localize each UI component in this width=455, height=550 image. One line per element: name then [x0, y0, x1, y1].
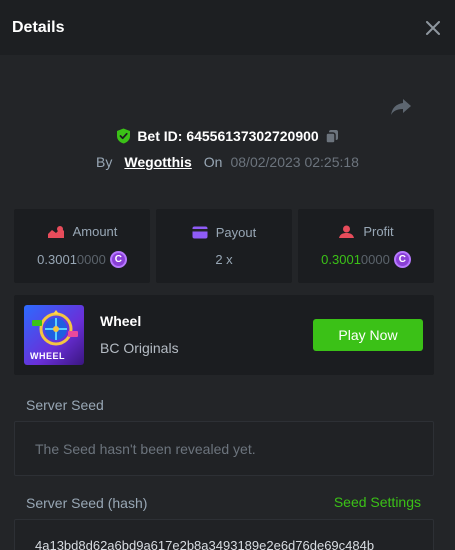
server-seed-hash-field[interactable]: 4a13bd8d62a6bd9a617e2b8a3493189e2e6d76de… — [14, 519, 434, 550]
bcd-coin-icon: C — [393, 251, 411, 268]
bet-id: Bet ID: 64556137302720900 — [137, 128, 319, 144]
payout-stat: Payout 2 x — [156, 209, 292, 283]
amount-value: 0.3001 — [37, 252, 77, 267]
profit-stat: Profit 0.3001 0000 C — [298, 209, 434, 283]
play-now-button[interactable]: Play Now — [313, 319, 423, 351]
server-seed-field: The Seed hasn't been revealed yet. — [14, 421, 434, 476]
payout-value: 2 x — [215, 252, 233, 267]
verified-shield-icon — [117, 128, 131, 144]
game-provider: BC Originals — [100, 340, 179, 356]
amount-stat: Amount 0.3001 0000 C — [14, 209, 150, 283]
game-card: WHEEL Wheel BC Originals Play Now — [14, 295, 434, 375]
bet-stats: Amount 0.3001 0000 C Payout 2 x Profit 0… — [14, 209, 434, 283]
on-label: On — [203, 154, 223, 170]
username-link[interactable]: Wegotthis — [124, 154, 191, 170]
server-seed-hash-value: 4a13bd8d62a6bd9a617e2b8a3493189e2e6d76de… — [35, 538, 375, 550]
server-seed-hash-label: Server Seed (hash) — [26, 495, 148, 511]
close-icon — [426, 20, 440, 35]
profit-icon — [339, 225, 355, 238]
seed-settings-link[interactable]: Seed Settings — [334, 494, 421, 510]
close-button[interactable] — [423, 18, 443, 38]
server-seed-message: The Seed hasn't been revealed yet. — [35, 440, 256, 457]
game-name: Wheel — [100, 313, 142, 329]
by-label: By — [96, 154, 113, 170]
profit-value-tail: 0000 — [360, 252, 390, 267]
payout-label: Payout — [215, 225, 257, 240]
bcd-coin-icon: C — [109, 251, 127, 268]
profit-label: Profit — [363, 224, 394, 239]
bet-author-row: By Wegotthis On 08/02/2023 02:25:18 — [0, 151, 455, 173]
amount-icon — [47, 225, 64, 238]
amount-value-tail: 0000 — [76, 252, 106, 267]
thumbnail-label: WHEEL — [30, 351, 65, 361]
bet-datetime: 08/02/2023 02:25:18 — [230, 154, 359, 170]
share-icon — [391, 99, 411, 115]
details-header: Details — [0, 0, 455, 55]
amount-label: Amount — [72, 224, 118, 239]
payout-icon — [192, 226, 208, 239]
copy-button[interactable] — [324, 129, 339, 144]
share-button[interactable] — [389, 96, 413, 118]
game-thumbnail[interactable]: WHEEL — [24, 305, 84, 365]
server-seed-label: Server Seed — [26, 397, 104, 413]
copy-icon — [324, 129, 338, 144]
panel-title: Details — [12, 18, 65, 36]
profit-value: 0.3001 — [321, 252, 361, 267]
bet-id-row: Bet ID: 64556137302720900 — [0, 125, 455, 147]
